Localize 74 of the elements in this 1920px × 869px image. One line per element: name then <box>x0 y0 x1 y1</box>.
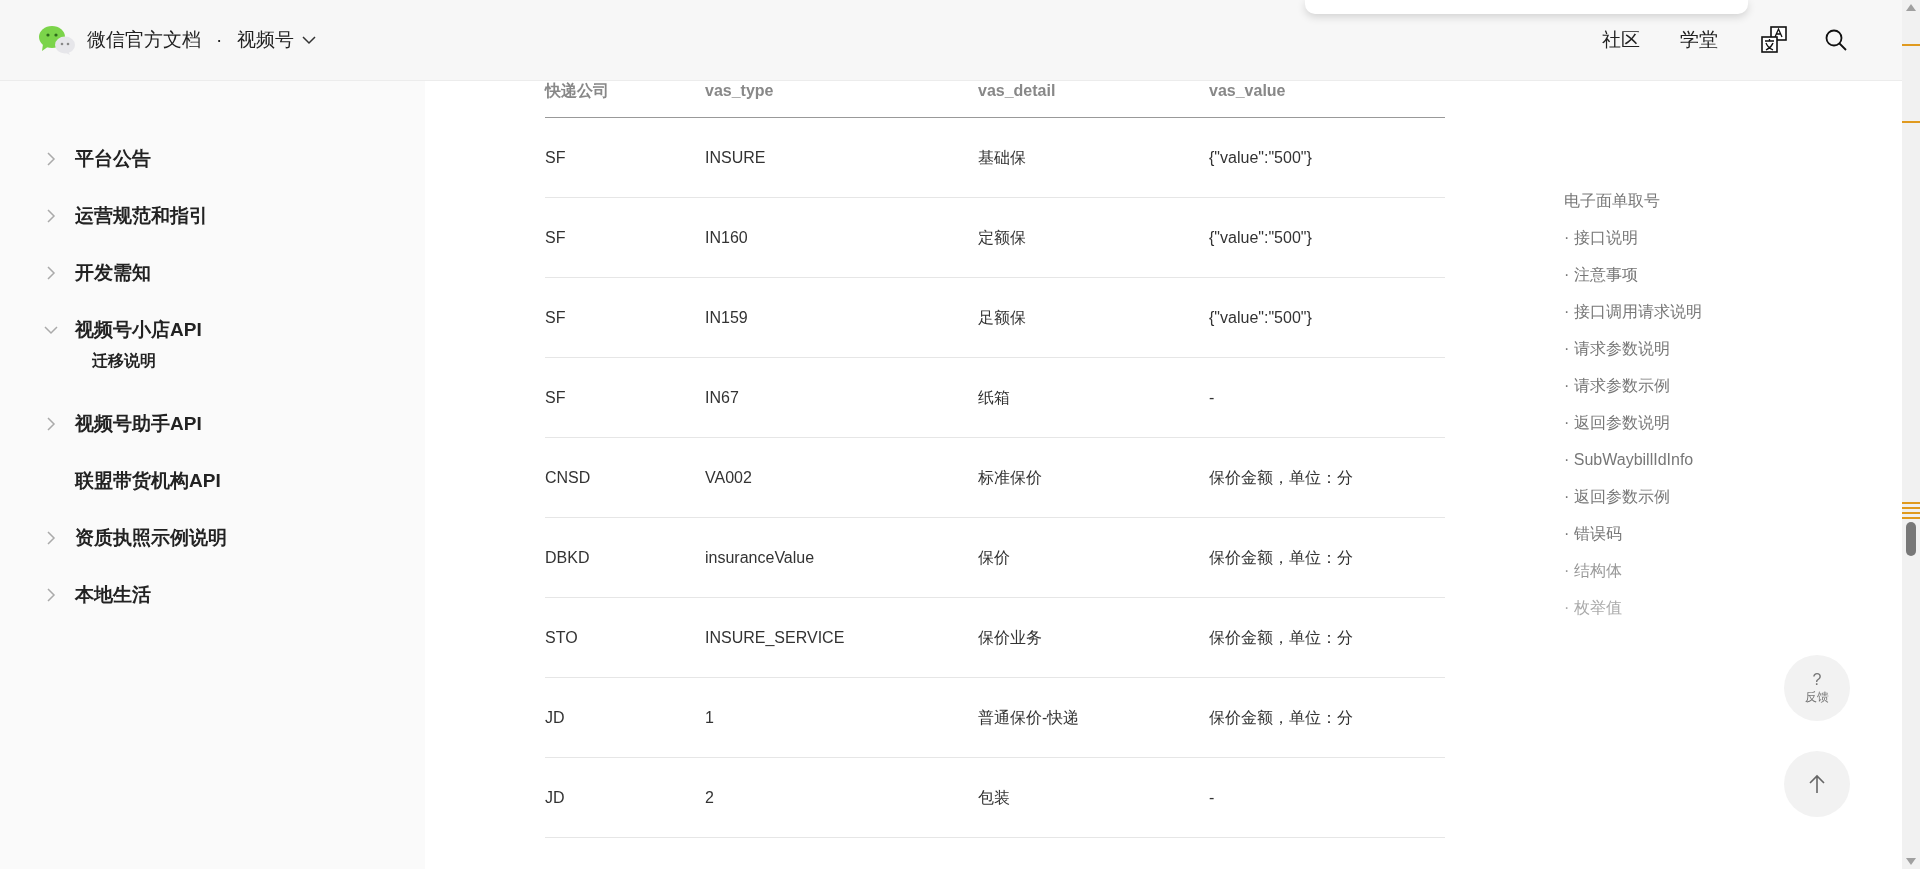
table-cell-text: - <box>1209 787 1216 808</box>
toc-link[interactable]: · 请求参数说明 <box>1564 339 1670 376</box>
toc-link[interactable]: · 请求参数示例 <box>1564 376 1670 413</box>
column-header: vas_detail <box>978 81 1057 101</box>
scrollbar-thumb[interactable] <box>1906 522 1916 556</box>
table-cell-text: SF <box>545 147 567 168</box>
toc-link[interactable]: · 接口说明 <box>1564 228 1638 265</box>
sidebar-subitem[interactable]: 迁移说明 <box>0 351 425 395</box>
sidebar-item[interactable]: 联盟带货机构API <box>75 467 221 494</box>
search-icon[interactable] <box>1824 28 1848 52</box>
table-cell-text: 定额保 <box>978 227 1027 248</box>
sidebar-item[interactable]: 平台公告 <box>75 145 151 172</box>
table-cell-text: INSURE <box>705 147 767 168</box>
table-cell-text: VA002 <box>705 467 753 488</box>
toc-link[interactable]: · 接口调用请求说明 <box>1564 302 1702 339</box>
table-cell-text: SF <box>545 227 567 248</box>
scroll-up-icon[interactable] <box>1906 4 1916 11</box>
table-cell-text: SF <box>545 387 567 408</box>
chat-bubbles-logo[interactable] <box>38 25 76 55</box>
table-cell-text: DBKD <box>545 547 591 568</box>
scrollbar[interactable] <box>1902 0 1920 869</box>
table-cell-text: {"value":"500"} <box>1209 307 1313 328</box>
column-header: 快递公司 <box>545 81 610 101</box>
chevron-down-icon <box>302 35 317 45</box>
sidebar-item[interactable]: 视频号小店API <box>75 316 202 343</box>
toc-link[interactable]: · 返回参数说明 <box>1564 413 1670 450</box>
site-title[interactable]: 微信官方文档 <box>87 27 201 53</box>
table-cell-text: insuranceValue <box>705 547 816 568</box>
table-cell-text: IN67 <box>705 387 740 408</box>
nav-link[interactable]: 学堂 <box>1680 27 1718 53</box>
nav-link[interactable]: 社区 <box>1602 27 1640 53</box>
table-cell-text: 足额保 <box>978 307 1027 328</box>
table-cell-text: {"value":"500"} <box>1209 227 1313 248</box>
table-cell-text: 1 <box>705 707 715 728</box>
sidebar-item[interactable]: 视频号助手API <box>75 410 202 437</box>
table-cell-text: SF <box>545 307 567 328</box>
table-cell-text: STO <box>545 627 579 648</box>
toc-link[interactable]: · 返回参数示例 <box>1564 487 1670 524</box>
separator-dot: · <box>216 29 223 51</box>
sidebar-item[interactable]: 运营规范和指引 <box>75 202 208 229</box>
table-cell-text: 标准保价 <box>978 467 1043 488</box>
table-cell-text: JD <box>545 707 566 728</box>
toc-title[interactable]: 电子面单取号 <box>1564 191 1660 228</box>
toc-link[interactable]: · SubWaybillIdInfo <box>1564 450 1694 487</box>
table-cell-text: 纸箱 <box>978 387 1011 408</box>
table-cell-text: 保价业务 <box>978 627 1043 648</box>
sidebar-item[interactable]: 本地生活 <box>75 581 151 608</box>
sidebar-item[interactable]: 资质执照示例说明 <box>75 524 227 551</box>
toc-link[interactable]: · 注意事项 <box>1564 265 1638 302</box>
table-cell-text: JD <box>545 787 566 808</box>
table-cell-text: 保价金额，单位：分 <box>1209 547 1354 568</box>
sidebar-item[interactable]: 开发需知 <box>75 259 151 286</box>
table-cell-text: 保价 <box>978 547 1011 568</box>
table-cell-text: 保价金额，单位：分 <box>1209 627 1354 648</box>
table-cell-text: - <box>1209 387 1216 408</box>
toc-link[interactable]: · 错误码 <box>1564 524 1622 561</box>
arrow-up-icon <box>1808 774 1826 794</box>
table-cell-text: IN159 <box>705 307 749 328</box>
scroll-down-icon[interactable] <box>1906 858 1916 865</box>
feedback-button[interactable]: ? 反馈 <box>1784 655 1850 721</box>
table-cell-text: CNSD <box>545 467 592 488</box>
table-cell-text: IN160 <box>705 227 749 248</box>
table-cell-text: 包装 <box>978 787 1011 808</box>
table-cell-text: INSURE_SERVICE <box>705 627 846 648</box>
table-cell-text: 2 <box>705 787 715 808</box>
translate-icon[interactable] <box>1760 26 1788 54</box>
table-cell-text: 普通保价-快递 <box>978 707 1081 728</box>
column-header: vas_type <box>705 81 775 101</box>
section-dropdown[interactable]: 视频号 <box>237 27 317 53</box>
table-cell-text: 保价金额，单位：分 <box>1209 707 1354 728</box>
table-cell-text: 保价金额，单位：分 <box>1209 467 1354 488</box>
column-header: vas_value <box>1209 81 1287 101</box>
table-cell-text: {"value":"500"} <box>1209 147 1313 168</box>
table-cell-text: 基础保 <box>978 147 1027 168</box>
